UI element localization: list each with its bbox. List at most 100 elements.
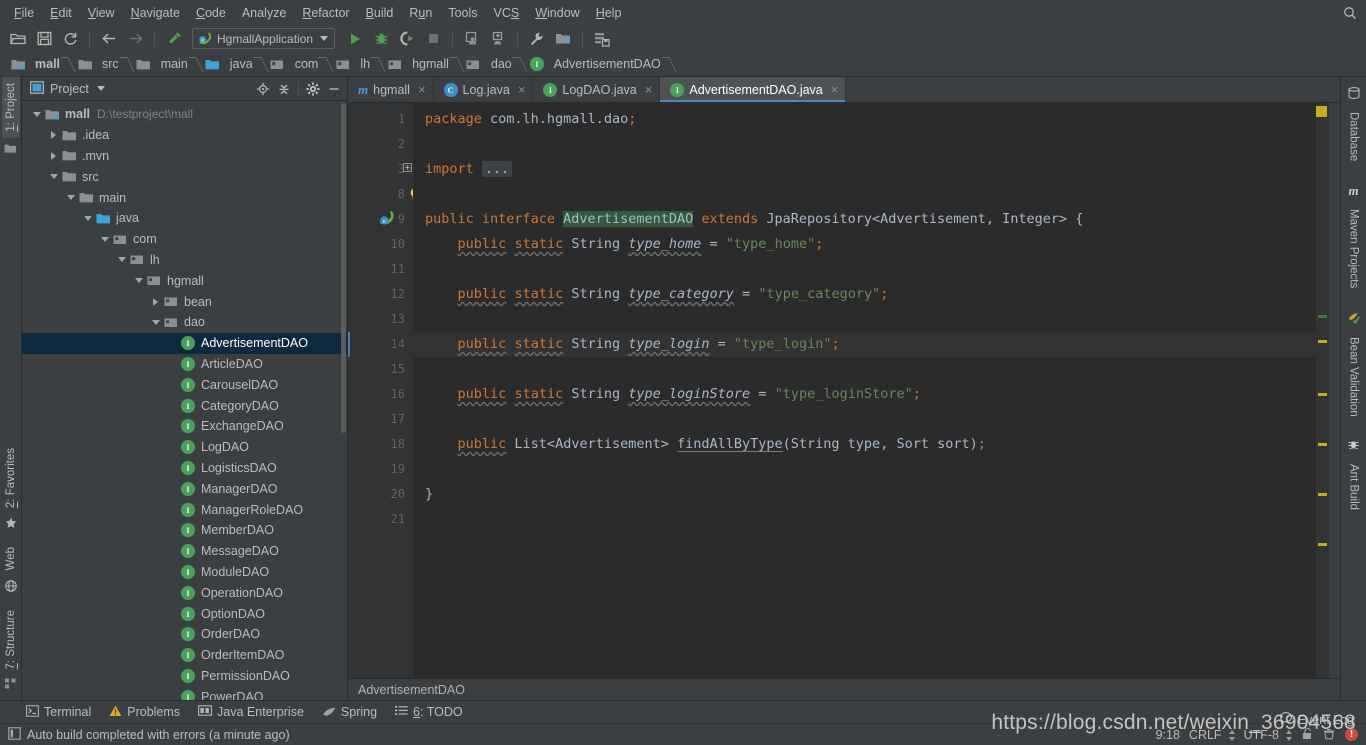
- menu-view[interactable]: View: [80, 3, 123, 23]
- editor-vertical-scrollbar[interactable]: [1329, 103, 1340, 678]
- error-badge[interactable]: !: [1345, 728, 1358, 741]
- tree-item[interactable]: I ManagerDAO: [22, 478, 347, 499]
- expand-arrow-icon[interactable]: [81, 212, 94, 225]
- breadcrumb-item-hgmall[interactable]: hgmall: [383, 52, 451, 77]
- expand-arrow-icon[interactable]: [64, 191, 77, 204]
- collapse-arrow-icon[interactable]: [47, 129, 60, 142]
- sidebar-item-ant-build[interactable]: Ant Build: [1346, 456, 1362, 518]
- settings-wrench-icon[interactable]: [525, 27, 549, 50]
- marker-warning[interactable]: [1318, 443, 1327, 446]
- breadcrumb-item-java[interactable]: java: [201, 52, 255, 77]
- marker-warning[interactable]: [1318, 543, 1327, 546]
- collapse-arrow-icon[interactable]: [149, 295, 162, 308]
- tree-item[interactable]: I LogDAO: [22, 437, 347, 458]
- tree-item[interactable]: I OptionDAO: [22, 603, 347, 624]
- tree-item[interactable]: I CategoryDAO: [22, 395, 347, 416]
- event-log-button[interactable]: Event Log: [1279, 711, 1354, 728]
- bottom-tab-todo[interactable]: 6: TODO: [395, 705, 463, 719]
- menu-analyze[interactable]: Analyze: [234, 3, 294, 23]
- forward-arrow-icon[interactable]: [123, 27, 147, 50]
- hide-icon[interactable]: [325, 80, 343, 98]
- bottom-tab-terminal[interactable]: Terminal: [26, 704, 91, 720]
- expand-arrow-icon[interactable]: [47, 170, 60, 183]
- sidebar-item-structure[interactable]: 7: Structure: [2, 604, 20, 675]
- tab-logdao-java[interactable]: I LogDAO.java ×: [533, 77, 661, 102]
- tree-item[interactable]: I ManagerRoleDAO: [22, 499, 347, 520]
- tree-item[interactable]: bean: [22, 291, 347, 312]
- expand-arrow-icon[interactable]: [30, 108, 43, 121]
- tree-item[interactable]: I MemberDAO: [22, 520, 347, 541]
- build-hammer-icon[interactable]: [162, 27, 186, 50]
- open-folder-icon[interactable]: [6, 27, 30, 50]
- breadcrumb-item-dao[interactable]: dao: [462, 52, 514, 77]
- editor-breadcrumb-label[interactable]: AdvertisementDAO: [358, 683, 465, 697]
- sidebar-item-database[interactable]: Database: [1346, 104, 1362, 169]
- chevron-down-icon[interactable]: [320, 36, 329, 41]
- menu-code[interactable]: Code: [188, 3, 234, 23]
- fold-marker-icon[interactable]: +: [403, 163, 412, 172]
- tree-item[interactable]: I OperationDAO: [22, 582, 347, 603]
- tree-item[interactable]: I LogisticsDAO: [22, 458, 347, 479]
- close-icon[interactable]: ×: [645, 83, 653, 96]
- menu-run[interactable]: Run: [401, 3, 440, 23]
- expand-arrow-icon[interactable]: [98, 233, 111, 246]
- breadcrumb-item-main[interactable]: main: [132, 52, 190, 77]
- expand-arrow-icon[interactable]: [149, 316, 162, 329]
- tree-item[interactable]: com: [22, 229, 347, 250]
- tree-item[interactable]: I MessageDAO: [22, 541, 347, 562]
- marker-warning[interactable]: [1318, 340, 1327, 343]
- menu-tools[interactable]: Tools: [440, 3, 485, 23]
- menu-help[interactable]: Help: [588, 3, 630, 23]
- bottom-tab-java-enterprise[interactable]: Java Enterprise: [198, 705, 304, 719]
- line-separator[interactable]: CRLF: [1189, 728, 1235, 742]
- inspection-summary-marker[interactable]: [1316, 106, 1327, 117]
- back-arrow-icon[interactable]: [97, 27, 121, 50]
- tree-item[interactable]: I OrderDAO: [22, 624, 347, 645]
- debug-icon[interactable]: [369, 27, 393, 50]
- inspection-trash-icon[interactable]: [1322, 727, 1336, 743]
- marker-warning[interactable]: [1318, 493, 1327, 496]
- collapse-all-icon[interactable]: [275, 80, 293, 98]
- breadcrumb-item-src[interactable]: src: [73, 52, 121, 77]
- run-icon[interactable]: [343, 27, 367, 50]
- breadcrumb-item-com[interactable]: com: [266, 52, 321, 77]
- project-scrollbar-thumb[interactable]: [341, 103, 346, 433]
- breadcrumb-item-mall[interactable]: mall: [6, 52, 62, 77]
- tab-log-java[interactable]: C Log.java ×: [434, 77, 534, 102]
- tree-item-selected[interactable]: I AdvertisementDAO: [22, 332, 347, 354]
- file-encoding[interactable]: UTF-8: [1244, 728, 1292, 742]
- tree-item[interactable]: .idea: [22, 125, 347, 146]
- unlocked-icon[interactable]: [1301, 727, 1313, 743]
- rerun-icon[interactable]: [486, 27, 510, 50]
- marker-warning[interactable]: [1318, 393, 1327, 396]
- run-configuration-selector[interactable]: e HgmallApplication: [192, 28, 336, 49]
- update-app-icon[interactable]: [460, 27, 484, 50]
- marker-ok[interactable]: [1318, 315, 1327, 318]
- tree-item[interactable]: lh: [22, 250, 347, 271]
- menu-edit[interactable]: Edit: [42, 3, 80, 23]
- tree-item[interactable]: hgmall: [22, 270, 347, 291]
- close-icon[interactable]: ×: [518, 83, 526, 96]
- tree-item[interactable]: I ModuleDAO: [22, 562, 347, 583]
- stop-icon[interactable]: [421, 27, 445, 50]
- sidebar-item-bean-validation[interactable]: Bean Validation: [1346, 329, 1362, 425]
- tree-item[interactable]: I ExchangeDAO: [22, 416, 347, 437]
- breadcrumb-item-lh[interactable]: lh: [331, 52, 372, 77]
- tab-advertisementdao-java[interactable]: I AdvertisementDAO.java ×: [660, 77, 847, 102]
- settings-gear-icon[interactable]: [304, 80, 322, 98]
- bottom-tab-spring[interactable]: Spring: [322, 705, 377, 720]
- menu-navigate[interactable]: Navigate: [123, 3, 188, 23]
- project-scrollbar[interactable]: [340, 101, 347, 700]
- tree-item[interactable]: mall D:\testproject\mall: [22, 104, 347, 125]
- chevron-down-icon[interactable]: [96, 86, 105, 91]
- locate-icon[interactable]: [254, 80, 272, 98]
- sdk-manager-icon[interactable]: [590, 27, 614, 50]
- tree-item[interactable]: I OrderItemDAO: [22, 645, 347, 666]
- sidebar-item-maven-projects[interactable]: Maven Projects: [1346, 201, 1362, 296]
- menu-file[interactable]: File: [6, 3, 42, 23]
- error-stripe-marker-bar[interactable]: [1316, 103, 1329, 678]
- close-icon[interactable]: ×: [831, 83, 839, 96]
- sync-icon[interactable]: [58, 27, 82, 50]
- save-icon[interactable]: [32, 27, 56, 50]
- project-structure-icon[interactable]: [551, 27, 575, 50]
